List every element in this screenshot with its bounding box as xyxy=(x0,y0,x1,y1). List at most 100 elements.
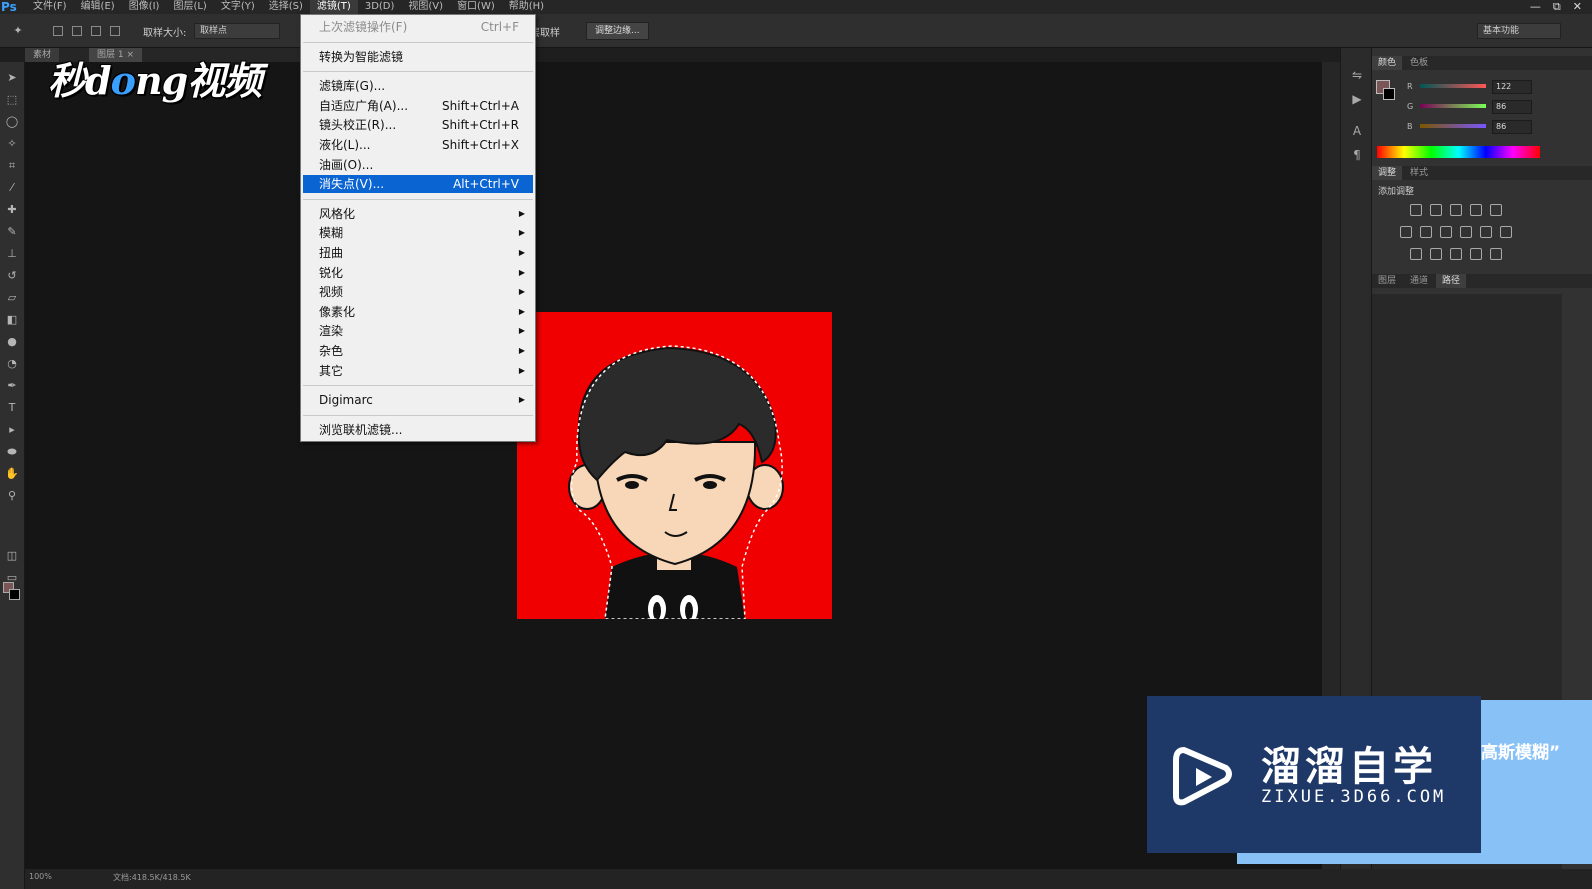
selective-color-icon[interactable] xyxy=(1470,248,1482,260)
menu-item[interactable]: 窗口(W) xyxy=(450,0,502,14)
filter-menu-item[interactable]: 模糊 ▶ xyxy=(303,224,533,242)
type-tool-icon[interactable]: T xyxy=(4,400,20,416)
exposure-icon[interactable] xyxy=(1470,204,1482,216)
hand-tool-icon[interactable]: ✋ xyxy=(4,466,20,482)
tab-layers[interactable]: 图层 xyxy=(1372,274,1402,288)
clone-stamp-tool-icon[interactable]: ⊥ xyxy=(4,246,20,262)
g-value[interactable]: 86 xyxy=(1492,100,1532,114)
filter-menu-item[interactable]: 锐化 ▶ xyxy=(303,264,533,282)
subtract-selection-icon[interactable] xyxy=(91,26,101,36)
channel-mixer-icon[interactable] xyxy=(1480,226,1492,238)
paint-bucket-tool-icon[interactable]: ◧ xyxy=(4,312,20,328)
zoom-level[interactable]: 100% xyxy=(29,872,52,881)
menu-item[interactable]: 图像(I) xyxy=(122,0,167,14)
refine-edge-button[interactable]: 调整边缘... xyxy=(586,22,649,40)
filter-menu-item[interactable]: 视频 ▶ xyxy=(303,283,533,301)
r-value[interactable]: 122 xyxy=(1492,80,1532,94)
color-lookup-icon[interactable] xyxy=(1500,226,1512,238)
magic-wand-icon[interactable]: ✦ xyxy=(10,23,26,39)
menu-item[interactable]: 滤镜(T) xyxy=(309,0,358,14)
healing-brush-tool-icon[interactable]: ✚ xyxy=(4,202,20,218)
blur-tool-icon[interactable]: ● xyxy=(4,334,20,350)
history-brush-tool-icon[interactable]: ↺ xyxy=(4,268,20,284)
brush-tool-icon[interactable]: ✎ xyxy=(4,224,20,240)
g-slider[interactable] xyxy=(1420,104,1486,108)
menu-item[interactable]: 视图(V) xyxy=(401,0,450,14)
minimize-icon[interactable]: — xyxy=(1530,0,1541,14)
filter-menu-item[interactable]: 浏览联机滤镜... xyxy=(303,421,533,439)
filter-menu-item[interactable]: 液化(L)... Shift+Ctrl+X xyxy=(303,136,533,154)
tab-channels[interactable]: 通道 xyxy=(1404,274,1434,288)
sample-size-select[interactable]: 取样点 xyxy=(194,23,280,39)
lasso-tool-icon[interactable]: ◯ xyxy=(4,114,20,130)
background-color-swatch[interactable] xyxy=(9,589,20,600)
filter-menu-item[interactable]: 扭曲 ▶ xyxy=(303,244,533,262)
color-spectrum-bar[interactable] xyxy=(1377,146,1540,158)
filter-menu-item[interactable]: 油画(O)... xyxy=(303,156,533,174)
r-slider[interactable] xyxy=(1420,84,1486,88)
quick-mask-icon[interactable]: ◫ xyxy=(4,548,20,564)
invert-icon[interactable] xyxy=(1410,248,1422,260)
eyedropper-tool-icon[interactable]: ⁄ xyxy=(4,180,20,196)
tab-color[interactable]: 颜色 xyxy=(1372,56,1403,70)
filter-menu-item[interactable]: 其它 ▶ xyxy=(303,362,533,380)
tab-swatches[interactable]: 色板 xyxy=(1404,56,1434,70)
threshold-icon[interactable] xyxy=(1450,248,1462,260)
filter-menu-item[interactable]: 上次滤镜操作(F) Ctrl+F xyxy=(303,18,533,36)
filter-menu-item[interactable]: 像素化 ▶ xyxy=(303,303,533,321)
curves-icon[interactable] xyxy=(1450,204,1462,216)
new-selection-icon[interactable] xyxy=(53,26,63,36)
actions-panel-icon[interactable]: ▶ xyxy=(1349,92,1365,108)
filter-menu-item[interactable]: 消失点(V)... Alt+Ctrl+V xyxy=(303,175,533,194)
path-selection-tool-icon[interactable]: ▸ xyxy=(4,422,20,438)
workspace-select[interactable]: 基本功能 xyxy=(1477,23,1561,39)
filter-menu-item[interactable]: 滤镜库(G)... xyxy=(303,77,533,95)
restore-icon[interactable]: ⧉ xyxy=(1553,0,1561,14)
menu-item[interactable]: 文字(Y) xyxy=(214,0,262,14)
filter-menu-item[interactable]: 渲染 ▶ xyxy=(303,322,533,340)
history-panel-icon[interactable]: ⇋ xyxy=(1349,68,1365,84)
filter-menu-item[interactable]: Digimarc ▶ xyxy=(303,391,533,409)
posterize-icon[interactable] xyxy=(1430,248,1442,260)
pen-tool-icon[interactable]: ✒ xyxy=(4,378,20,394)
menu-item[interactable]: 文件(F) xyxy=(26,0,74,14)
black-white-icon[interactable] xyxy=(1440,226,1452,238)
magic-wand-tool-icon[interactable]: ✧ xyxy=(4,136,20,152)
tab-adjustments[interactable]: 调整 xyxy=(1372,166,1403,180)
paragraph-panel-icon[interactable]: ¶ xyxy=(1349,148,1365,164)
marquee-tool-icon[interactable]: ⬚ xyxy=(4,92,20,108)
menu-item[interactable]: 选择(S) xyxy=(262,0,310,14)
move-tool-icon[interactable]: ➤ xyxy=(4,70,20,86)
menu-item[interactable]: 图层(L) xyxy=(166,0,213,14)
dodge-tool-icon[interactable]: ◔ xyxy=(4,356,20,372)
levels-icon[interactable] xyxy=(1430,204,1442,216)
tab-styles[interactable]: 样式 xyxy=(1404,166,1434,180)
tab-paths[interactable]: 路径 xyxy=(1436,274,1467,288)
filter-menu-item[interactable]: 自适应广角(A)... Shift+Ctrl+A xyxy=(303,97,533,115)
color-background-swatch[interactable] xyxy=(1383,88,1395,100)
character-panel-icon[interactable]: A xyxy=(1349,124,1365,140)
zoom-tool-icon[interactable]: ⚲ xyxy=(4,488,20,504)
menu-item[interactable]: 3D(D) xyxy=(358,0,402,14)
shape-tool-icon[interactable]: ⬬ xyxy=(4,444,20,460)
filter-menu-item[interactable]: 风格化 ▶ xyxy=(303,205,533,223)
vibrance-icon[interactable] xyxy=(1490,204,1502,216)
close-icon[interactable]: ✕ xyxy=(1573,0,1582,14)
add-selection-icon[interactable] xyxy=(72,26,82,36)
b-value[interactable]: 86 xyxy=(1492,120,1532,134)
brightness-icon[interactable] xyxy=(1410,204,1422,216)
intersect-selection-icon[interactable] xyxy=(110,26,120,36)
filter-menu-item[interactable]: 镜头校正(R)... Shift+Ctrl+R xyxy=(303,116,533,134)
filter-menu-item[interactable]: 转换为智能滤镜 xyxy=(303,48,533,66)
gradient-map-icon[interactable] xyxy=(1490,248,1502,260)
b-slider[interactable] xyxy=(1420,124,1486,128)
eraser-tool-icon[interactable]: ▱ xyxy=(4,290,20,306)
photo-filter-icon[interactable] xyxy=(1460,226,1472,238)
menu-item[interactable]: 帮助(H) xyxy=(502,0,551,14)
menu-item[interactable]: 编辑(E) xyxy=(74,0,122,14)
hue-saturation-icon[interactable] xyxy=(1400,226,1412,238)
color-balance-icon[interactable] xyxy=(1420,226,1432,238)
document-canvas-artwork[interactable] xyxy=(517,312,832,619)
filter-menu-item[interactable]: 杂色 ▶ xyxy=(303,342,533,360)
crop-tool-icon[interactable]: ⌗ xyxy=(4,158,20,174)
